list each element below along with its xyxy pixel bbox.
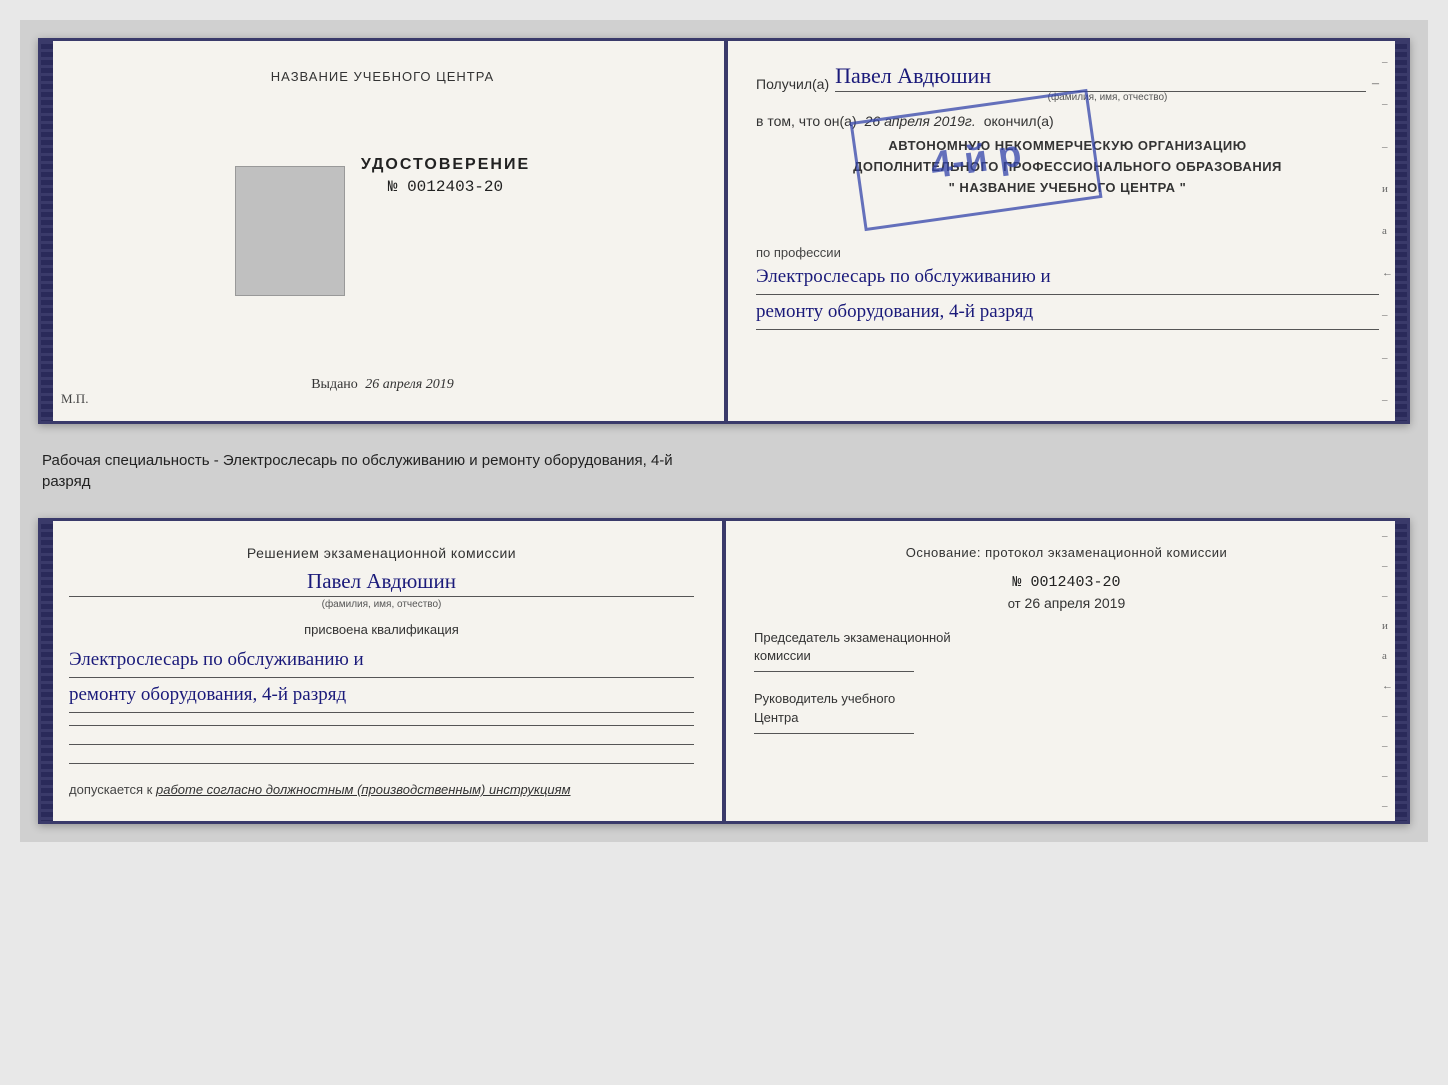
blank-line-2: [69, 744, 694, 745]
rukovoditel-label: Руководитель учебного Центра: [754, 690, 1379, 726]
date-value: 26 апреля 2019г.: [865, 113, 976, 129]
qualification-line1: Электрослесарь по обслуживанию и: [69, 643, 694, 678]
vtom-line: в том, что он(а) 26 апреля 2019г. окончи…: [756, 113, 1379, 129]
right-margin-dashes: – – – и а ← – – –: [1382, 41, 1393, 421]
vtom-label: в том, что он(а): [756, 113, 857, 129]
ot-label: от: [1008, 596, 1021, 611]
vydano-label: Выдано: [311, 377, 358, 392]
between-label: Рабочая специальность - Электрослесарь п…: [38, 442, 1410, 500]
dopuskaetsya-block: допускается к работе согласно должностны…: [69, 782, 694, 797]
spine-left: [41, 41, 53, 421]
right-margin-dashes-bottom: – – – и а ← – – – –: [1382, 521, 1393, 821]
ot-date-value: 26 апреля 2019: [1025, 595, 1126, 611]
po-professii-label: по профессии: [756, 245, 1379, 260]
bottom-left: Решением экзаменационной комиссии Павел …: [41, 521, 726, 821]
dopuskaetsya-value: работе согласно должностным (производств…: [156, 782, 571, 797]
ot-date: от 26 апреля 2019: [754, 595, 1379, 611]
left-content: УДОСТОВЕРЕНИЕ № 0012403-20: [235, 156, 530, 306]
bottom-right: Основание: протокол экзаменационной коми…: [726, 521, 1407, 821]
mp-label: М.П.: [61, 391, 88, 407]
dopuskaetsya-label: допускается к: [69, 782, 152, 797]
osnovanie-text: Основание: протокол экзаменационной коми…: [754, 545, 1379, 560]
udost-title: УДОСТОВЕРЕНИЕ: [361, 156, 530, 174]
poluchil-label: Получил(а): [756, 76, 829, 92]
udost-number: № 0012403-20: [388, 178, 503, 196]
page-wrapper: НАЗВАНИЕ УЧЕБНОГО ЦЕНТРА УДОСТОВЕРЕНИЕ №…: [20, 20, 1428, 842]
page-right: Получил(а) Павел Авдюшин – (фамилия, имя…: [728, 41, 1407, 421]
dash: –: [1372, 76, 1379, 92]
bottom-name-subtitle: (фамилия, имя, отчество): [69, 599, 694, 610]
org-block: АВТОНОМНУЮ НЕКОММЕРЧЕСКУЮ ОРГАНИЗАЦИЮ ДО…: [756, 135, 1379, 199]
spine-right: [1395, 41, 1407, 421]
document-top: НАЗВАНИЕ УЧЕБНОГО ЦЕНТРА УДОСТОВЕРЕНИЕ №…: [38, 38, 1410, 424]
spine-bottom-left: [41, 521, 53, 821]
photo-placeholder: [235, 166, 345, 296]
blank-line-1: [69, 725, 694, 726]
protocol-number: № 0012403-20: [754, 574, 1379, 591]
stamp-line3: " НАЗВАНИЕ УЧЕБНОГО ЦЕНТРА ": [757, 178, 1378, 199]
udost-block: УДОСТОВЕРЕНИЕ № 0012403-20: [361, 156, 530, 196]
name-subtitle-top: (фамилия, имя, отчество): [836, 92, 1379, 103]
resheniyem-text: Решением экзаменационной комиссии: [69, 545, 694, 561]
recipient-name: Павел Авдюшин: [835, 63, 1366, 92]
prisvoyena-text: присвоена квалификация: [69, 622, 694, 637]
chairman-label: Председатель экзаменационной комиссии: [754, 629, 1379, 665]
profession-line2: ремонту оборудования, 4-й разряд: [756, 295, 1379, 330]
profession-line1: Электрослесарь по обслуживанию и: [756, 260, 1379, 295]
stamp-line1: АВТОНОМНУЮ НЕКОММЕРЧЕСКУЮ ОРГАНИЗАЦИЮ: [757, 136, 1378, 157]
po-professii-block: по профессии Электрослесарь по обслужива…: [756, 245, 1379, 330]
page-left: НАЗВАНИЕ УЧЕБНОГО ЦЕНТРА УДОСТОВЕРЕНИЕ №…: [41, 41, 728, 421]
blank-lines: [69, 725, 694, 764]
rukovoditel-signature-line: [754, 733, 914, 734]
vydano-line: Выдано 26 апреля 2019: [311, 377, 454, 393]
stamp-block: АВТОНОМНУЮ НЕКОММЕРЧЕСКУЮ ОРГАНИЗАЦИЮ ДО…: [756, 135, 1379, 235]
document-bottom: Решением экзаменационной комиссии Павел …: [38, 518, 1410, 824]
vydano-date: 26 апреля 2019: [365, 377, 453, 392]
center-header: НАЗВАНИЕ УЧЕБНОГО ЦЕНТРА: [271, 69, 494, 84]
okonchil-label: окончил(а): [984, 113, 1054, 129]
chairman-block: Председатель экзаменационной комиссии: [754, 629, 1379, 672]
blank-line-3: [69, 763, 694, 764]
bottom-name: Павел Авдюшин: [69, 569, 694, 597]
chairman-signature-line: [754, 671, 914, 672]
qualification-line2: ремонту оборудования, 4-й разряд: [69, 678, 694, 713]
spine-bottom-right: [1395, 521, 1407, 821]
rukovoditel-block: Руководитель учебного Центра: [754, 690, 1379, 733]
stamp-line2: ДОПОЛНИТЕЛЬНОГО ПРОФЕССИОНАЛЬНОГО ОБРАЗО…: [757, 157, 1378, 178]
poluchil-line: Получил(а) Павел Авдюшин –: [756, 63, 1379, 92]
